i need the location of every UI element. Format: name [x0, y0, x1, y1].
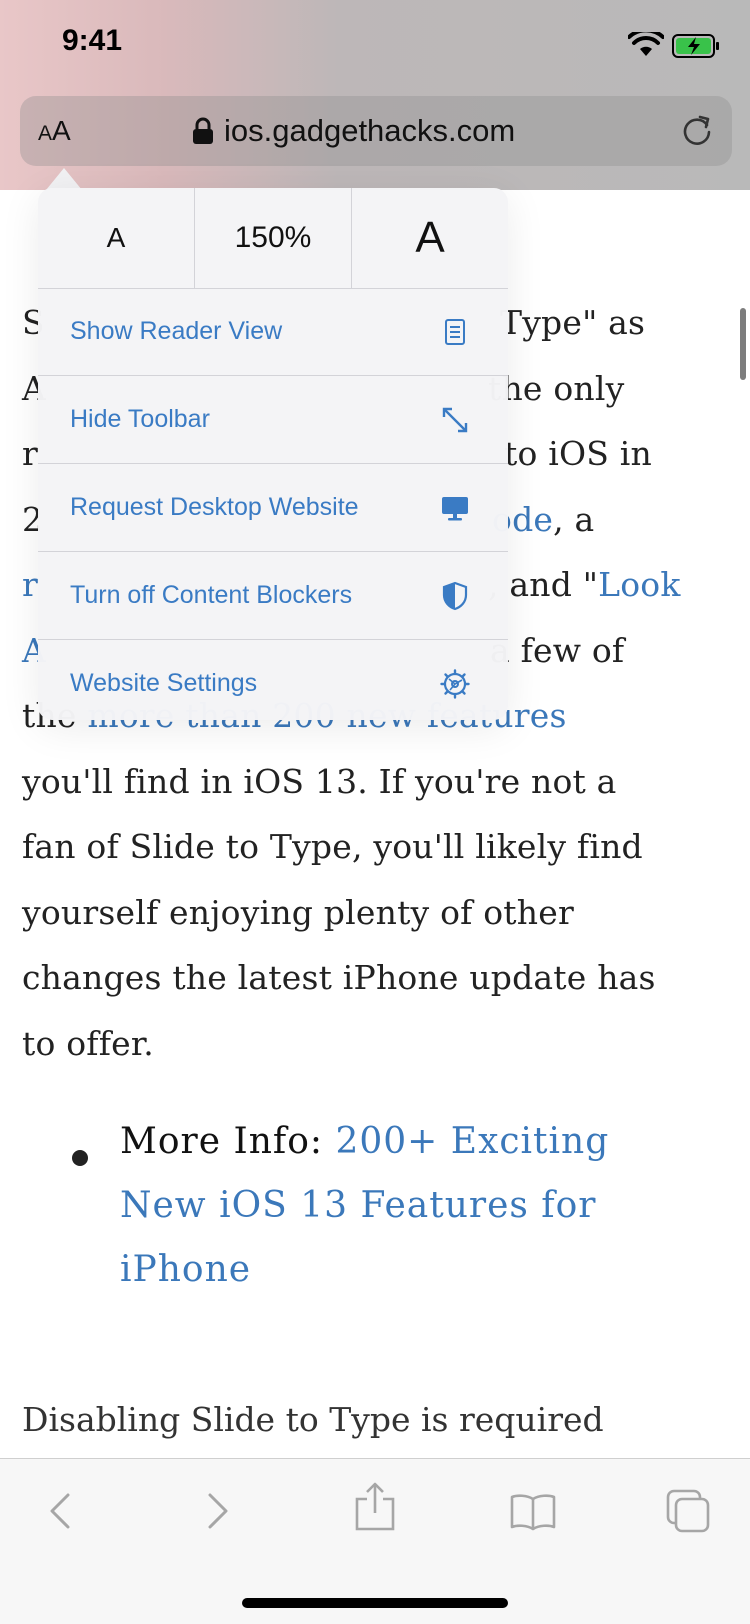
article-line: fan of Slide to Type, you'll likely find	[22, 827, 643, 866]
status-time: 9:41	[62, 24, 123, 57]
line-fragment: to iOS in	[504, 434, 652, 473]
address-bar[interactable]: AA ios.gadgethacks.com	[20, 96, 732, 166]
article-line: to offer.	[22, 1023, 154, 1063]
lock-icon	[193, 117, 213, 144]
line-fragment: the only	[488, 368, 625, 408]
line-fragment: a few of	[490, 630, 625, 670]
menu-item-label: Show Reader View	[70, 317, 283, 345]
battery-charging-icon	[672, 34, 719, 58]
turn-off-content-blockers-item[interactable]: Turn off Content Blockers	[38, 552, 508, 640]
article-link[interactable]: Look	[598, 565, 680, 604]
request-desktop-website-item[interactable]: Request Desktop Website	[38, 464, 508, 552]
hide-toolbar-item[interactable]: Hide Toolbar	[38, 376, 508, 464]
text-size-button[interactable]: AA	[38, 112, 71, 150]
bookmarks-icon[interactable]	[508, 1489, 558, 1533]
article-line: changes the latest iPhone update has	[22, 958, 656, 997]
line-fragment: r	[22, 434, 38, 473]
share-icon[interactable]	[352, 1481, 398, 1533]
url-text: ios.gadgethacks.com	[224, 113, 516, 148]
font-size-controls: A 150% A	[38, 188, 508, 289]
article-line: you'll find in iOS 13. If you're not a	[22, 761, 617, 801]
reload-icon[interactable]	[680, 113, 714, 147]
more-info-link[interactable]: New iOS 13 Features for	[120, 1185, 597, 1226]
scrollbar[interactable]	[740, 308, 746, 380]
menu-item-label: Turn off Content Blockers	[70, 581, 353, 609]
line-fragment: Type" as	[500, 303, 646, 342]
screen: 9:41 AA ios.gadgethacks.com S Type" as A…	[0, 0, 750, 1624]
tabs-icon[interactable]	[664, 1487, 712, 1535]
article-line: yourself enjoying plenty of other	[22, 892, 574, 932]
menu-item-label: Hide Toolbar	[70, 405, 210, 433]
home-indicator	[242, 1598, 508, 1608]
wifi-icon	[628, 32, 664, 56]
line-fragment: , a	[553, 499, 595, 539]
more-info-link[interactable]: 200+ Exciting	[335, 1121, 609, 1162]
top-bar: 9:41 AA ios.gadgethacks.com	[0, 0, 750, 190]
desktop-icon	[442, 496, 468, 520]
back-icon[interactable]	[40, 1489, 84, 1533]
cutoff-text: Disabling Slide to Type is required	[22, 1400, 604, 1439]
increase-font-button[interactable]: A	[351, 188, 508, 288]
decrease-font-button[interactable]: A	[38, 188, 194, 288]
more-info-link[interactable]: iPhone	[120, 1249, 251, 1290]
expand-arrows-icon	[442, 407, 468, 432]
aa-small-label: A	[38, 122, 53, 145]
page-menu-popover: A 150% A Show Reader View Hide Toolbar R…	[38, 188, 508, 720]
url-display[interactable]: ios.gadgethacks.com	[192, 110, 515, 152]
zoom-level[interactable]: 150%	[194, 188, 351, 288]
bullet-text: More Info: 200+ Exciting New iOS 13 Feat…	[120, 1110, 720, 1302]
menu-item-label: Website Settings	[70, 669, 258, 697]
bullet-dot	[72, 1150, 88, 1166]
gear-icon	[440, 668, 470, 699]
shield-icon	[442, 581, 468, 610]
forward-icon[interactable]	[194, 1489, 238, 1533]
popover-pointer	[46, 168, 82, 190]
show-reader-view-item[interactable]: Show Reader View	[38, 288, 508, 376]
reader-view-icon	[445, 318, 465, 345]
bullet-label: More Info:	[120, 1121, 336, 1162]
website-settings-item[interactable]: Website Settings	[38, 640, 508, 727]
aa-large-label: A	[52, 115, 71, 146]
menu-item-label: Request Desktop Website	[70, 493, 359, 521]
article-link[interactable]: r	[22, 565, 38, 604]
